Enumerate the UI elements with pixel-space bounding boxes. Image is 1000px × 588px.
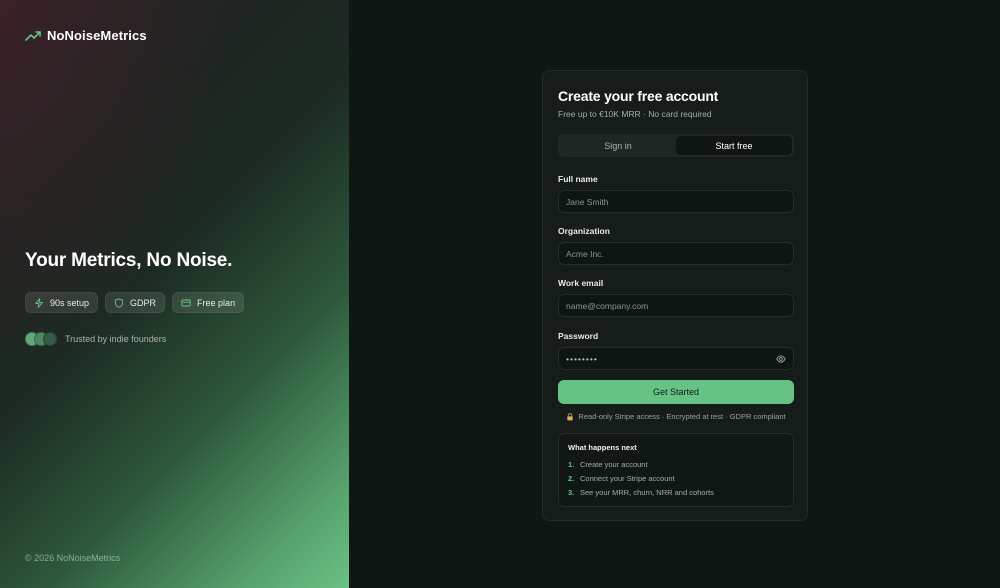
password-label: Password: [558, 331, 599, 341]
feature-pills: 90s setup GDPR Free plan: [25, 292, 245, 313]
step-number: 2.: [568, 474, 575, 483]
pill-free-plan: Free plan: [172, 292, 245, 313]
brand-name: NoNoiseMetrics: [47, 28, 147, 43]
pill-label: GDPR: [130, 297, 157, 308]
tab-start-free[interactable]: Start free: [676, 136, 792, 155]
next-steps-title: What happens next: [568, 443, 637, 452]
full-name-label: Full name: [558, 174, 598, 184]
password-input[interactable]: [566, 353, 776, 364]
get-started-button[interactable]: Get Started: [558, 380, 794, 404]
brand-logo[interactable]: NoNoiseMetrics: [25, 28, 147, 43]
avatar-stack: [25, 332, 61, 346]
step-text: Create your account: [580, 460, 648, 469]
auth-tabs: Sign in Start free: [558, 134, 794, 157]
hero-panel: NoNoiseMetrics Your Metrics, No Noise. 9…: [0, 0, 349, 588]
signup-card: Create your free account Free up to €10K…: [542, 70, 808, 521]
eye-icon[interactable]: [776, 354, 786, 364]
list-item: 3. See your MRR, churn, NRR and cohorts: [568, 488, 714, 497]
email-label: Work email: [558, 278, 604, 288]
avatar: [43, 332, 57, 346]
card-subtitle: Free up to €10K MRR · No card required: [558, 109, 712, 119]
list-item: 1. Create your account: [568, 460, 648, 469]
step-text: Connect your Stripe account: [580, 474, 675, 483]
lock-icon: [567, 412, 574, 420]
full-name-field[interactable]: [558, 190, 794, 213]
step-number: 1.: [568, 460, 575, 469]
trusted-by: Trusted by indie founders: [25, 332, 166, 346]
list-item: 2. Connect your Stripe account: [568, 474, 675, 483]
hero-headline: Your Metrics, No Noise.: [25, 250, 233, 271]
email-field[interactable]: [558, 294, 794, 317]
trusted-text: Trusted by indie founders: [65, 334, 167, 344]
pill-label: Free plan: [197, 297, 236, 308]
bolt-icon: [35, 297, 43, 308]
organization-field[interactable]: [558, 242, 794, 265]
tab-sign-in[interactable]: Sign in: [560, 136, 676, 155]
security-text: Read-only Stripe access · Encrypted at r…: [578, 412, 786, 421]
full-name-input[interactable]: [566, 196, 786, 207]
pill-setup: 90s setup: [25, 292, 99, 313]
pill-gdpr: GDPR: [105, 292, 166, 313]
pill-label: 90s setup: [50, 297, 90, 308]
shield-icon: [114, 297, 124, 308]
card-title: Create your free account: [558, 88, 719, 104]
organization-input[interactable]: [566, 248, 786, 259]
security-note: Read-only Stripe access · Encrypted at r…: [558, 412, 794, 421]
email-input[interactable]: [566, 300, 786, 311]
credit-card-icon: [181, 299, 191, 306]
trending-up-icon: [25, 30, 41, 41]
organization-label: Organization: [558, 226, 610, 236]
copyright: © 2026 NoNoiseMetrics: [25, 553, 121, 563]
password-field[interactable]: [558, 347, 794, 370]
step-text: See your MRR, churn, NRR and cohorts: [580, 488, 714, 497]
next-steps-box: What happens next 1. Create your account…: [558, 433, 794, 507]
step-number: 3.: [568, 488, 575, 497]
